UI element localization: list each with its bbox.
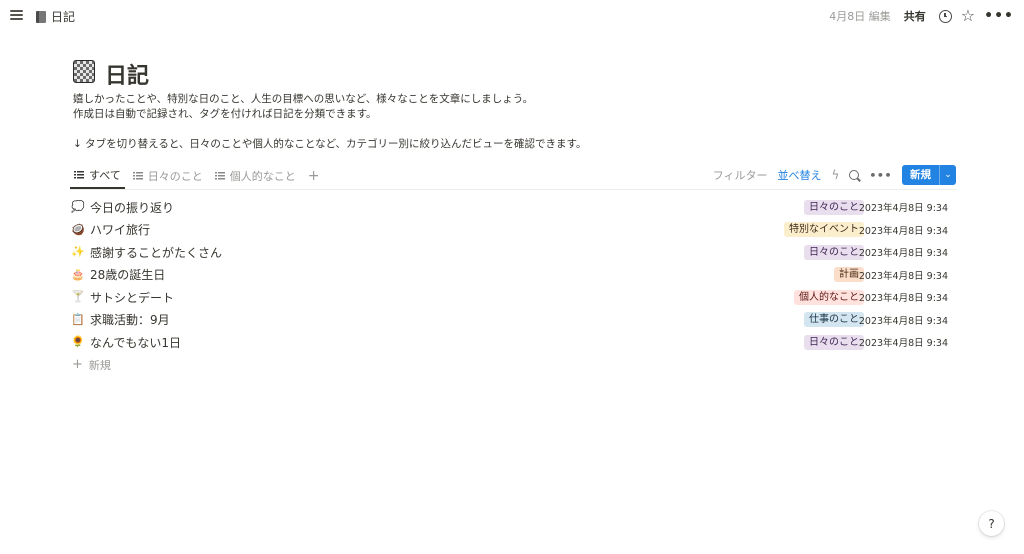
star-icon[interactable]: ☆ <box>961 8 975 24</box>
tab-label: 日々のこと <box>147 170 203 183</box>
tag-badge: 日々のこと <box>804 334 864 350</box>
add-view-icon[interactable]: + <box>304 168 324 184</box>
top-right-actions: 4月8日 編集 共有 ☆ ••• <box>829 6 1014 26</box>
created-date: 2023年4月8日 9:34 <box>858 315 948 327</box>
thought-bubble-icon: 💭 <box>71 200 85 214</box>
created-date: 2023年4月8日 9:34 <box>858 293 948 305</box>
divider <box>70 189 956 190</box>
book-icon <box>36 10 46 23</box>
add-new-entry-button[interactable]: + 新規 <box>72 354 956 376</box>
tag-badge: 日々のこと <box>804 199 864 215</box>
help-button[interactable]: ? <box>979 511 1004 536</box>
share-button[interactable]: 共有 <box>900 6 930 26</box>
tag-badge: 個人的なこと <box>794 289 864 305</box>
sort-button[interactable]: 並べ替え <box>777 167 821 183</box>
tag-badge: 特別なイベント <box>784 222 864 238</box>
sparkles-icon: ✨ <box>71 245 85 259</box>
entry-title: 今日の振り返り <box>90 200 175 215</box>
list-item[interactable]: 📋 求職活動：9月 仕事のこと 2023年4月8日 9:34 <box>70 309 956 332</box>
tab-all[interactable]: すべて <box>70 163 125 189</box>
chevron-down-icon[interactable]: ⌄ <box>939 165 956 185</box>
entry-list: 💭 今日の振り返り 日々のこと 2023年4月8日 9:34 🥥 ハワイ旅行 特… <box>70 196 956 376</box>
breadcrumb[interactable]: 日記 <box>36 8 75 25</box>
new-button[interactable]: 新規 <box>902 165 939 185</box>
database-toolbar: フィルター 並べ替え ϟ ••• 新規 ⌄ <box>713 165 956 185</box>
edited-timestamp: 4月8日 編集 <box>829 10 891 23</box>
cocktail-icon: 🍸 <box>71 290 85 304</box>
view-tabs: すべて 日々のこと 個人的なこと + <box>70 163 324 189</box>
description-line-3: ↓ タブを切り替えると、日々のことや個人的なことなど、カテゴリー別に絞り込んだビ… <box>73 138 587 150</box>
menu-icon[interactable] <box>9 8 25 24</box>
plus-icon: + <box>72 357 83 372</box>
list-icon <box>74 171 84 179</box>
coconut-icon: 🥥 <box>71 222 85 236</box>
more-options-icon[interactable]: ••• <box>869 169 892 182</box>
add-new-label: 新規 <box>88 358 111 372</box>
created-date: 2023年4月8日 9:34 <box>858 248 948 260</box>
top-bar: 日記 4月8日 編集 共有 ☆ ••• <box>0 0 1024 33</box>
entry-title: サトシとデート <box>90 290 175 305</box>
tag-badge: 日々のこと <box>804 244 864 260</box>
description-line-1: 嬉しかったことや、特別な日のこと、人生の目標への思いなど、様々なことを文章にしま… <box>73 93 534 105</box>
created-date: 2023年4月8日 9:34 <box>858 225 948 237</box>
tag-badge: 仕事のこと <box>804 312 864 328</box>
automation-bolt-icon[interactable]: ϟ <box>831 168 839 182</box>
page-title: 日記 <box>105 64 150 89</box>
search-icon[interactable] <box>849 170 860 180</box>
created-date: 2023年4月8日 9:34 <box>858 338 948 350</box>
created-date: 2023年4月8日 9:34 <box>858 203 948 215</box>
more-icon[interactable]: ••• <box>984 9 1014 23</box>
entry-title: ハワイ旅行 <box>90 223 151 238</box>
filter-button[interactable]: フィルター <box>713 167 768 183</box>
list-icon <box>132 172 143 180</box>
list-item[interactable]: 💭 今日の振り返り 日々のこと 2023年4月8日 9:34 <box>70 196 956 219</box>
entry-title: なんでもない1日 <box>90 335 182 350</box>
description-line-2: 作成日は自動で記録され、タグを付ければ日記を分類できます。 <box>73 108 377 120</box>
checkered-notebook-icon[interactable] <box>73 60 95 83</box>
tab-daily[interactable]: 日々のこと <box>129 163 207 189</box>
created-date: 2023年4月8日 9:34 <box>858 270 948 282</box>
entry-title: 28歳の誕生日 <box>90 268 166 283</box>
list-item[interactable]: ✨ 感謝することがたくさん 日々のこと 2023年4月8日 9:34 <box>70 241 956 264</box>
list-item[interactable]: 🌻 なんでもない1日 日々のこと 2023年4月8日 9:34 <box>70 331 956 354</box>
list-item[interactable]: 🥥 ハワイ旅行 特別なイベント 2023年4月8日 9:34 <box>70 219 956 242</box>
list-item[interactable]: 🍸 サトシとデート 個人的なこと 2023年4月8日 9:34 <box>70 286 956 309</box>
clipboard-icon: 📋 <box>71 312 85 326</box>
tab-label: 個人的なこと <box>229 170 296 183</box>
tab-personal[interactable]: 個人的なこと <box>211 163 300 189</box>
entry-title: 求職活動：9月 <box>90 313 170 328</box>
new-button-group: 新規 ⌄ <box>902 165 956 185</box>
list-item[interactable]: 🎂 28歳の誕生日 計画 2023年4月8日 9:34 <box>70 264 956 287</box>
sunflower-icon: 🌻 <box>71 335 85 349</box>
tab-label: すべて <box>89 169 121 182</box>
list-icon <box>214 172 225 180</box>
entry-title: 感謝することがたくさん <box>90 245 223 260</box>
breadcrumb-label: 日記 <box>51 10 76 24</box>
clock-icon[interactable] <box>938 9 952 23</box>
birthday-cake-icon: 🎂 <box>71 267 85 281</box>
